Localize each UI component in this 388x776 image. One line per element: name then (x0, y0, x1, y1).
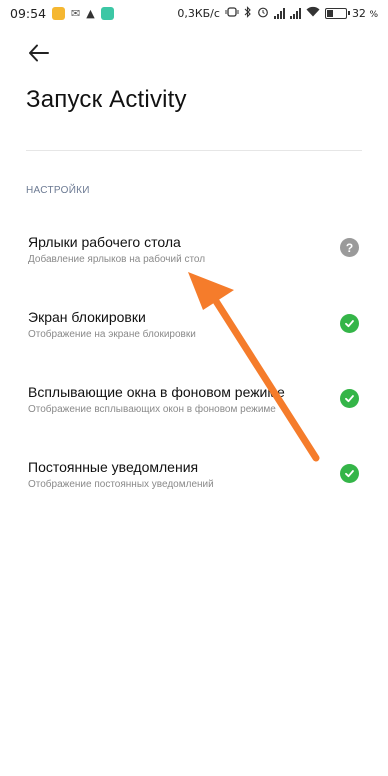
divider (26, 150, 362, 151)
setting-background-popups[interactable]: Всплывающие окна в фоновом режиме Отобра… (0, 384, 388, 454)
status-bar: 09:54 ✉ ▲ 0,3КБ/с 32 % (0, 0, 388, 26)
back-button[interactable] (26, 40, 58, 66)
page-title: Запуск Activity (26, 86, 187, 113)
setting-description: Отображение постоянных уведомлений (28, 479, 214, 490)
section-header: НАСТРОЙКИ (26, 185, 90, 196)
setting-description: Добавление ярлыков на рабочий стол (28, 254, 206, 265)
setting-title: Всплывающие окна в фоновом режиме (28, 384, 285, 400)
vibrate-icon (225, 6, 239, 20)
battery-icon (324, 7, 350, 19)
bluetooth-icon (244, 5, 252, 21)
check-icon (340, 314, 359, 333)
network-speed: 0,3КБ/с (177, 6, 220, 20)
setting-title: Ярлыки рабочего стола (28, 234, 181, 250)
question-icon: ? (340, 238, 359, 257)
check-icon (340, 389, 359, 408)
setting-desktop-shortcuts[interactable]: Ярлыки рабочего стола Добавление ярлыков… (0, 234, 388, 304)
check-icon (340, 464, 359, 483)
setting-description: Отображение всплывающих окон в фоновом р… (28, 404, 276, 415)
wifi-icon (306, 6, 320, 20)
signal-icon (289, 7, 301, 19)
mail-icon: ✉ (71, 6, 81, 20)
setting-title: Экран блокировки (28, 309, 146, 325)
setting-title: Постоянные уведомления (28, 459, 199, 475)
setting-lock-screen[interactable]: Экран блокировки Отображение на экране б… (0, 309, 388, 379)
battery-percent: 32 % (351, 6, 378, 20)
alarm-icon (257, 6, 269, 21)
app-icon: ▲ (86, 6, 95, 20)
status-time: 09:54 (10, 5, 47, 21)
setting-persistent-notifications[interactable]: Постоянные уведомления Отображение посто… (0, 459, 388, 529)
setting-description: Отображение на экране блокировки (28, 329, 196, 340)
signal-icon (273, 7, 285, 19)
notification-icon (52, 6, 66, 20)
arrow-left-icon (29, 44, 49, 62)
shield-icon (100, 6, 114, 20)
